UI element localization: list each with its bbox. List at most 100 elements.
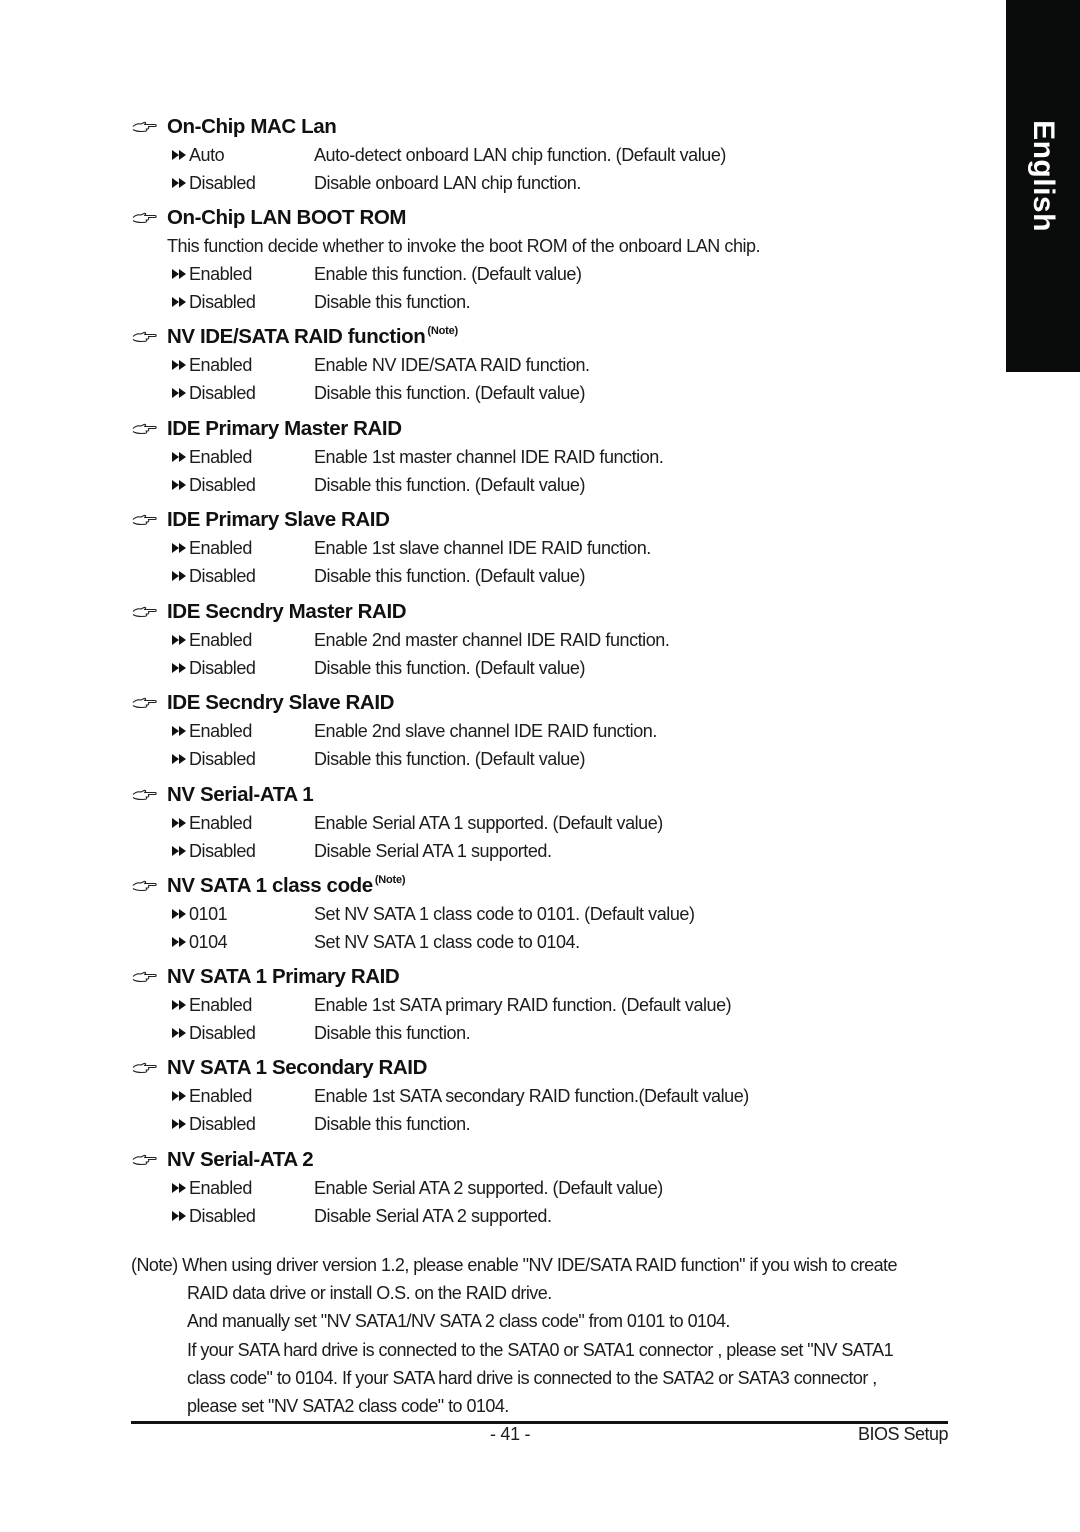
setting-section: On-Chip MAC Lan Auto Auto-detect onboard L… bbox=[132, 113, 952, 197]
double-arrow-icon bbox=[172, 141, 189, 169]
option-description: Enable Serial ATA 2 supported. (Default … bbox=[314, 1178, 663, 1198]
section-description: This function decide whether to invoke t… bbox=[167, 236, 761, 256]
option-row: 0101 Set NV SATA 1 class code to 0101. (D… bbox=[132, 900, 952, 928]
option-value: Disabled bbox=[189, 1114, 256, 1134]
section-title-text: IDE Secndry Slave RAID bbox=[167, 691, 395, 714]
option-description: Enable 1st slave channel IDE RAID functi… bbox=[314, 538, 651, 558]
option-value: Disabled bbox=[189, 749, 256, 769]
option-value: Disabled bbox=[189, 173, 256, 193]
option-description: Disable Serial ATA 1 supported. bbox=[314, 841, 552, 861]
section-title: NV Serial-ATA 2 bbox=[167, 1148, 314, 1172]
section-heading: IDE Primary Master RAID bbox=[132, 415, 952, 443]
setting-section: NV SATA 1 class code (Note) 0101 Set NV SAT… bbox=[132, 872, 952, 956]
setting-section: NV Serial-ATA 2 Enabled Enable Serial ATA … bbox=[132, 1146, 952, 1230]
double-arrow-icon bbox=[172, 745, 189, 773]
option-value: Disabled bbox=[189, 475, 256, 495]
section-title: IDE Secndry Slave RAID bbox=[167, 691, 394, 715]
pointing-hand-icon bbox=[132, 1061, 158, 1075]
option-row: Enabled Enable this function. (Default va… bbox=[132, 260, 952, 288]
option-value: Enabled bbox=[189, 264, 252, 284]
section-title: IDE Primary Slave RAID bbox=[167, 508, 390, 532]
section-heading: IDE Primary Slave RAID bbox=[132, 506, 952, 534]
option-row: Disabled Disable this function. (Default … bbox=[132, 654, 952, 682]
option-description: Enable 2nd slave channel IDE RAID functi… bbox=[314, 721, 657, 741]
pointing-hand-icon bbox=[132, 422, 158, 436]
section-title: On-Chip MAC Lan bbox=[167, 115, 337, 139]
section-heading: NV SATA 1 Secondary RAID bbox=[132, 1054, 952, 1082]
setting-section: IDE Secndry Master RAID Enabled Enable 2nd… bbox=[132, 598, 952, 682]
section-title-text: IDE Primary Slave RAID bbox=[167, 508, 390, 531]
option-description: Disable this function. (Default value) bbox=[314, 475, 586, 495]
setting-section: NV Serial-ATA 1 Enabled Enable Serial ATA … bbox=[132, 781, 952, 865]
double-arrow-icon bbox=[172, 1174, 189, 1202]
section-title: NV SATA 1 class code (Note) bbox=[167, 874, 406, 898]
double-arrow-icon bbox=[172, 1202, 189, 1230]
option-value: Enabled bbox=[189, 1178, 252, 1198]
option-row: Enabled Enable 1st slave channel IDE RAID… bbox=[132, 534, 952, 562]
pointing-hand-icon bbox=[132, 696, 158, 710]
pointing-hand-icon bbox=[132, 1153, 158, 1167]
option-row: Disabled Disable this function. (Default … bbox=[132, 379, 952, 407]
setting-section: IDE Primary Master RAID Enabled Enable 1st… bbox=[132, 415, 952, 499]
option-value: Disabled bbox=[189, 1206, 256, 1226]
option-description: Disable this function. bbox=[314, 292, 471, 312]
option-description: Disable Serial ATA 2 supported. bbox=[314, 1206, 552, 1226]
pointing-hand-icon bbox=[132, 211, 158, 225]
double-arrow-icon bbox=[172, 928, 189, 956]
section-title: NV SATA 1 Primary RAID bbox=[167, 965, 400, 989]
double-arrow-icon bbox=[172, 471, 189, 499]
section-heading: IDE Secndry Master RAID bbox=[132, 598, 952, 626]
setting-section: IDE Secndry Slave RAID Enabled Enable 2nd … bbox=[132, 689, 952, 773]
option-description: Set NV SATA 1 class code to 0104. bbox=[314, 932, 580, 952]
pointing-hand-icon bbox=[132, 120, 158, 134]
option-description: Enable 1st SATA secondary RAID function.… bbox=[314, 1086, 749, 1106]
double-arrow-icon bbox=[172, 717, 189, 745]
option-value: Enabled bbox=[189, 538, 252, 558]
section-title-text: NV IDE/SATA RAID function bbox=[167, 325, 426, 348]
double-arrow-icon bbox=[172, 260, 189, 288]
footer-chapter-title: BIOS Setup bbox=[857, 1424, 949, 1444]
section-title-text: IDE Secndry Master RAID bbox=[167, 600, 407, 623]
section-heading: On-Chip MAC Lan bbox=[132, 113, 952, 141]
option-description: Disable this function. bbox=[314, 1023, 471, 1043]
footnote-line: If your SATA hard drive is connected to … bbox=[187, 1339, 894, 1360]
option-row: Enabled Enable NV IDE/SATA RAID function. bbox=[132, 351, 952, 379]
option-row: Disabled Disable this function. bbox=[132, 288, 952, 316]
option-row: Disabled Disable this function. bbox=[132, 1110, 952, 1138]
option-value: Enabled bbox=[189, 995, 252, 1015]
option-description: Disable this function. (Default value) bbox=[314, 383, 586, 403]
option-row: Enabled Enable Serial ATA 1 supported. (D… bbox=[132, 809, 952, 837]
footnote-line: RAID data drive or install O.S. on the R… bbox=[187, 1283, 552, 1304]
option-description: Disable this function. (Default value) bbox=[314, 566, 586, 586]
option-description: Disable this function. (Default value) bbox=[314, 749, 586, 769]
note-marker: (Note) bbox=[427, 325, 458, 337]
pointing-hand-icon bbox=[132, 330, 158, 344]
section-title-text: NV SATA 1 Primary RAID bbox=[167, 965, 400, 988]
option-value: Enabled bbox=[189, 813, 252, 833]
section-heading: IDE Secndry Slave RAID bbox=[132, 689, 952, 717]
option-value: Enabled bbox=[189, 355, 252, 375]
pointing-hand-icon bbox=[132, 788, 158, 802]
option-row: Enabled Enable 1st master channel IDE RAI… bbox=[132, 443, 952, 471]
double-arrow-icon bbox=[172, 351, 189, 379]
section-heading: NV SATA 1 class code (Note) bbox=[132, 872, 952, 900]
option-row: Disabled Disable this function. (Default … bbox=[132, 562, 952, 590]
section-title: NV SATA 1 Secondary RAID bbox=[167, 1056, 427, 1080]
double-arrow-icon bbox=[172, 837, 189, 865]
section-heading: NV Serial-ATA 2 bbox=[132, 1146, 952, 1174]
pointing-hand-icon bbox=[132, 970, 158, 984]
setting-section: NV SATA 1 Secondary RAID Enabled Enable 1s… bbox=[132, 1054, 952, 1138]
option-description: Disable this function. (Default value) bbox=[314, 658, 586, 678]
double-arrow-icon bbox=[172, 288, 189, 316]
pointing-hand-icon bbox=[132, 513, 158, 527]
option-value: 0101 bbox=[189, 904, 228, 924]
section-title: IDE Secndry Master RAID bbox=[167, 600, 407, 624]
option-description: Enable 1st master channel IDE RAID funct… bbox=[314, 447, 664, 467]
section-title-text: NV Serial-ATA 1 bbox=[167, 783, 314, 806]
footnote-line: And manually set "NV SATA1/NV SATA 2 cla… bbox=[187, 1311, 730, 1332]
double-arrow-icon bbox=[172, 169, 189, 197]
option-description: Disable this function. bbox=[314, 1114, 471, 1134]
option-value: Disabled bbox=[189, 1023, 256, 1043]
pointing-hand-icon bbox=[132, 605, 158, 619]
pointing-hand-icon bbox=[132, 879, 158, 893]
